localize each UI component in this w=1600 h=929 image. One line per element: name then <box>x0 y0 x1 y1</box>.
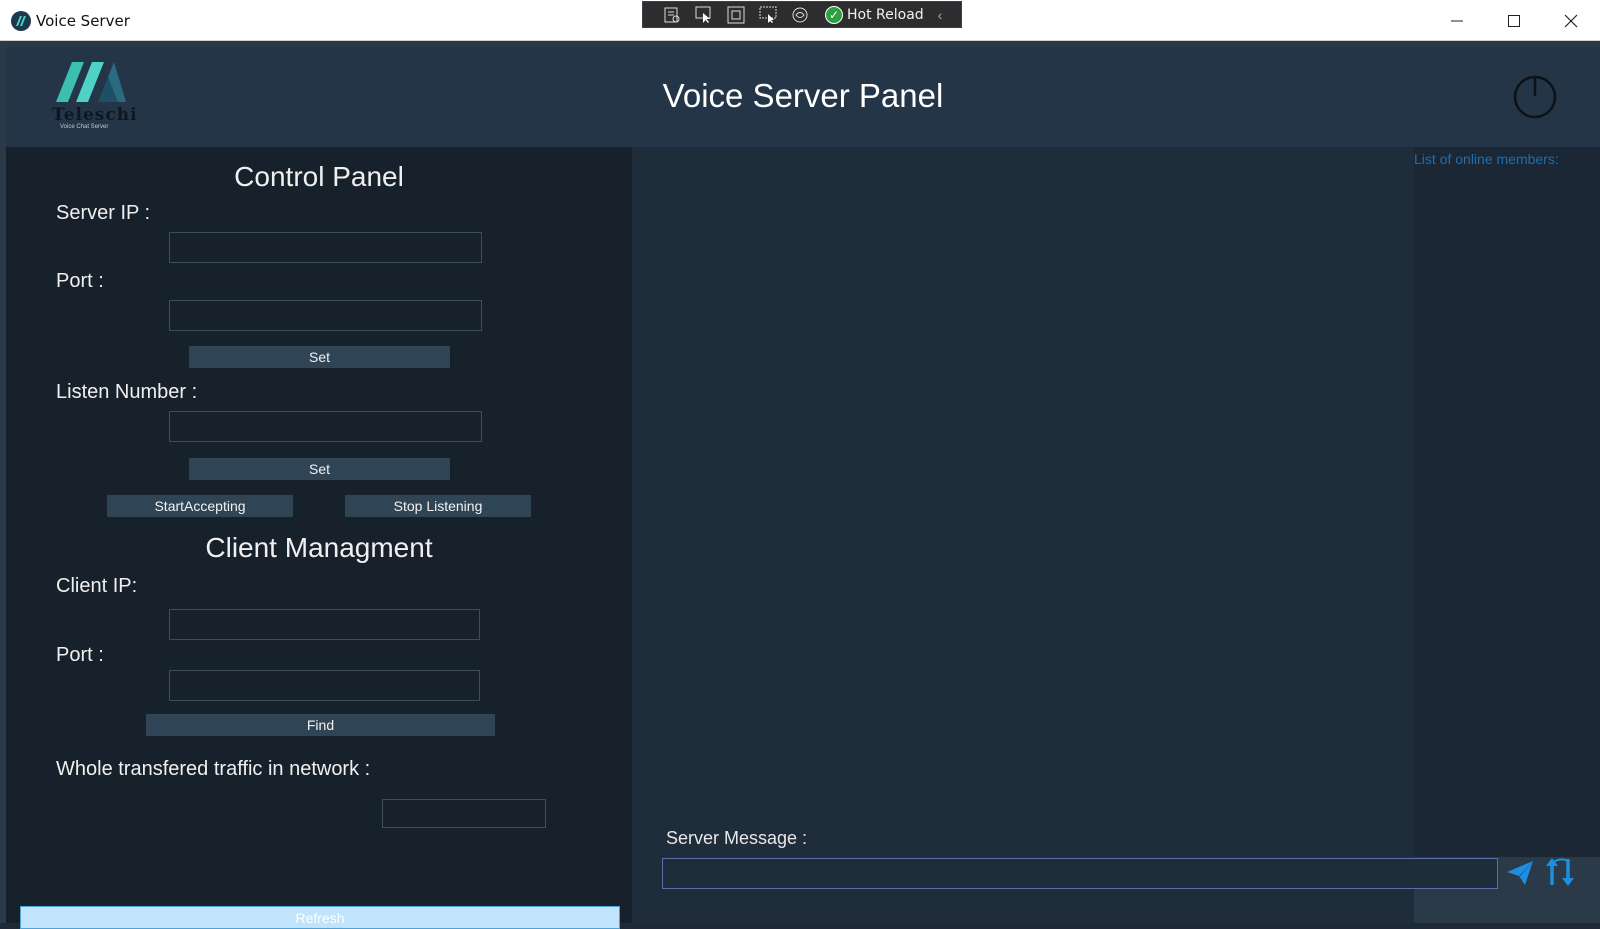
server-ip-label: Server IP : <box>56 202 151 224</box>
minimize-icon <box>1451 20 1463 21</box>
logo-subtitle: Voice Chat Server <box>60 124 109 130</box>
server-ip-input[interactable] <box>169 232 482 263</box>
check-icon: ✓ <box>825 5 843 24</box>
client-ip-label: Client IP: <box>56 575 138 597</box>
swap-arrows-icon <box>1546 858 1574 886</box>
app-header: Teleschi Voice Chat Server Voice Server … <box>6 47 1600 147</box>
set-listen-button[interactable]: Set <box>189 458 450 480</box>
swap-button[interactable] <box>1543 855 1577 889</box>
app-window: Teleschi Voice Chat Server Voice Server … <box>0 41 1600 929</box>
listen-number-label: Listen Number : <box>56 381 198 403</box>
maximize-button[interactable] <box>1485 0 1543 41</box>
online-members-title: List of online members: <box>1414 151 1559 167</box>
client-ip-input[interactable] <box>169 609 480 640</box>
port-input[interactable] <box>169 300 482 331</box>
port-label: Port : <box>56 270 104 292</box>
send-button[interactable] <box>1505 858 1535 888</box>
xaml-debug-toolbar: ✓ Hot Reload ‹ <box>642 1 962 28</box>
traffic-value-field[interactable] <box>382 799 546 828</box>
minimize-button[interactable] <box>1428 0 1486 41</box>
traffic-label: Whole transfered traffic in network : <box>56 758 371 780</box>
close-button[interactable] <box>1542 0 1600 41</box>
client-port-label: Port : <box>56 644 104 666</box>
set-server-button[interactable]: Set <box>189 346 450 368</box>
client-port-input[interactable] <box>169 670 480 701</box>
hot-reload-status[interactable]: ✓ Hot Reload <box>825 5 924 24</box>
client-management-title: Client Managment <box>205 532 433 563</box>
window-title: Voice Server <box>36 12 130 30</box>
control-panel-title: Control Panel <box>234 161 404 192</box>
select-element-icon[interactable] <box>693 5 715 25</box>
stop-listening-button[interactable]: Stop Listening <box>345 495 531 517</box>
control-panel: Control Panel Server IP : Port : Set Lis… <box>6 147 632 929</box>
binding-failures-icon[interactable] <box>789 5 811 25</box>
refresh-button[interactable]: Refresh <box>20 906 620 929</box>
send-icon <box>1507 861 1533 885</box>
server-log-area <box>632 147 1414 923</box>
power-icon <box>1513 75 1557 119</box>
listen-number-input[interactable] <box>169 411 482 442</box>
live-visual-tree-icon[interactable] <box>661 5 683 25</box>
power-button[interactable] <box>1512 74 1558 120</box>
online-members-list[interactable]: List of online members: <box>1414 147 1600 857</box>
find-button[interactable]: Find <box>146 714 495 736</box>
maximize-icon <box>1508 14 1520 27</box>
track-focused-element-icon[interactable] <box>757 5 779 25</box>
display-layout-adorners-icon[interactable] <box>725 5 747 25</box>
collapse-toolbar-icon[interactable]: ‹ <box>938 7 943 23</box>
server-message-label: Server Message : <box>666 828 808 848</box>
server-message-input[interactable] <box>662 858 1498 889</box>
start-accepting-button[interactable]: StartAccepting <box>107 495 293 517</box>
app-logo-icon <box>11 11 31 31</box>
hot-reload-label: Hot Reload <box>847 6 924 23</box>
page-title: Voice Server Panel <box>662 77 944 114</box>
close-icon <box>1564 14 1578 27</box>
